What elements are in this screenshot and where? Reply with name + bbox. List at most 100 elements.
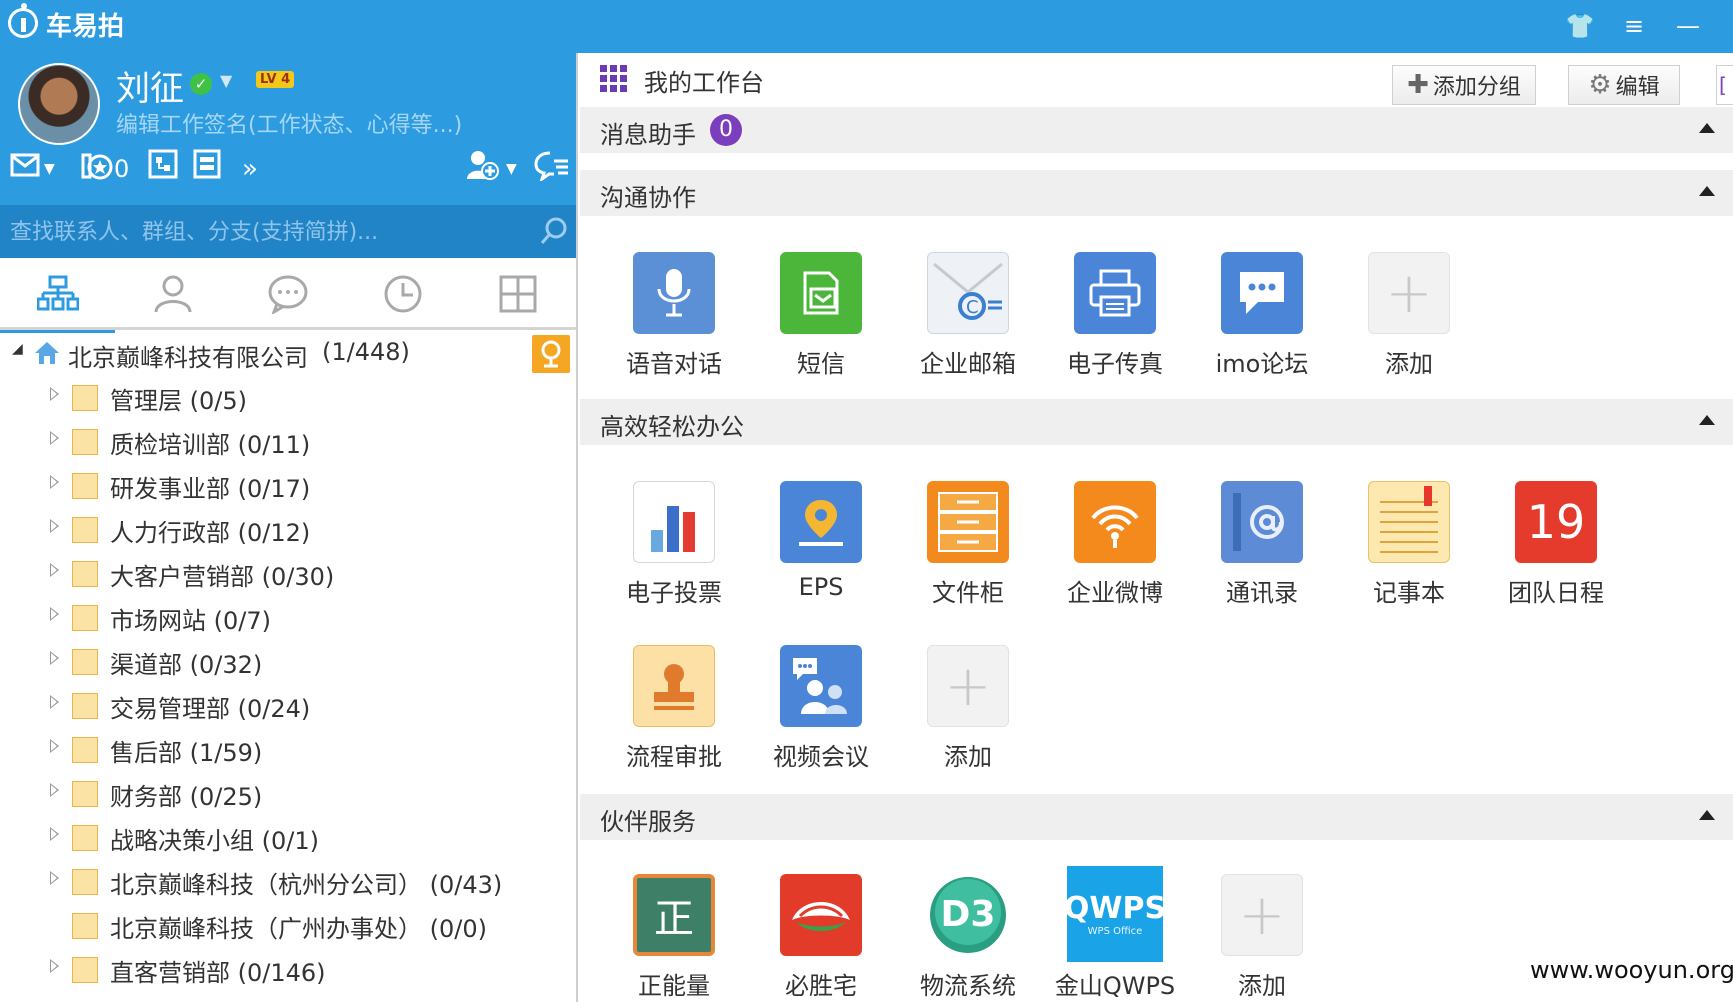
avatar[interactable] [18,63,100,145]
tree-department-row[interactable]: 财务部 (0/25) [0,773,578,813]
add-app-button[interactable]: + 添加 [898,645,1038,785]
tab-organization[interactable] [0,258,115,333]
org-chart-icon[interactable] [148,149,178,189]
app-address-book[interactable]: 通讯录 [1192,481,1332,621]
tab-contacts[interactable] [115,258,230,330]
notes-icon[interactable] [192,149,222,189]
expand-arrow-icon[interactable] [50,783,59,797]
collapse-up-icon[interactable] [1699,186,1715,196]
app-enterprise-mail[interactable]: C 企业邮箱 [898,252,1038,392]
section-partner-services[interactable]: 伙伴服务 [580,794,1733,840]
online-status-icon[interactable]: ✓ [190,73,212,95]
collapse-up-icon[interactable] [1699,415,1715,425]
expand-arrow-icon[interactable] [50,607,59,621]
tree-department-row[interactable]: 直客营销部 (0/146) [0,949,578,989]
tree-department-row[interactable]: 渠道部 (0/32) [0,641,578,681]
expand-arrow-icon[interactable] [50,563,59,577]
expand-arrow-icon[interactable] [50,959,59,973]
tree-department-row[interactable]: 研发事业部 (0/17) [0,465,578,505]
tree-department-row[interactable]: 北京巅峰科技（广州办事处） (0/0) [0,905,578,945]
activity-icon[interactable] [80,149,114,189]
panel-divider[interactable] [576,53,578,1002]
app-notebook[interactable]: 记事本 [1339,481,1479,621]
app-team-calendar[interactable]: 19 团队日程 [1486,481,1626,621]
tree-department-row[interactable]: 售后部 (1/59) [0,729,578,769]
tab-groups[interactable] [230,258,345,330]
tab-recent[interactable] [345,258,460,330]
chat-list-icon[interactable] [534,149,570,189]
tree-department-row[interactable]: 交易管理部 (0/24) [0,685,578,725]
app-voice-chat[interactable]: 语音对话 [604,252,744,392]
person-icon [154,275,191,313]
department-label: 渠道部 (0/32) [110,651,263,679]
expand-arrow-icon[interactable] [50,871,59,885]
app-imo-forum[interactable]: imo论坛 [1192,252,1332,392]
section-communication[interactable]: 沟通协作 [580,170,1733,216]
mail-dropdown-icon[interactable]: ▼ [44,149,55,189]
signature-field[interactable]: 编辑工作签名(工作状态、心得等...) [116,107,462,139]
expand-arrow-icon[interactable] [50,651,59,665]
app-voting[interactable]: 电子投票 [604,481,744,621]
app-file-cabinet[interactable]: 文件柜 [898,481,1038,621]
section-title: 伙伴服务 [600,808,696,836]
expand-arrow-icon[interactable] [50,519,59,533]
search-input[interactable] [10,215,530,249]
app-eps[interactable]: EPS [751,481,891,621]
expand-arrow-icon[interactable] [50,431,59,445]
department-folder-icon [72,561,98,587]
qwps-logo-icon: QWPS WPS Office [1064,866,1166,962]
app-weibo[interactable]: 企业微博 [1045,481,1185,621]
mail-icon[interactable] [10,149,40,189]
tree-department-row[interactable]: 管理层 (0/5) [0,377,578,417]
collapse-up-icon[interactable] [1699,123,1715,133]
edit-label: 编辑 [1615,75,1660,100]
location-pin-icon [541,340,561,368]
section-office[interactable]: 高效轻松办公 [580,399,1733,445]
company-name: 北京巅峰科技有限公司 [68,344,308,372]
app-label: 添加 [1385,350,1433,378]
search-bar [0,205,578,258]
svg-text:C: C [966,297,979,318]
expand-arrow-icon[interactable] [50,387,59,401]
app-pizza-hut[interactable]: 必胜宅 [751,874,891,1002]
expand-arrow-icon[interactable] [50,827,59,841]
status-dropdown-icon[interactable]: ▼ [220,71,232,90]
add-contact-icon[interactable] [466,149,500,189]
expand-arrow-icon[interactable] [50,695,59,709]
tree-department-row[interactable]: 北京巅峰科技（杭州分公司） (0/43) [0,861,578,901]
tree-department-row[interactable]: 大客户营销部 (0/30) [0,553,578,593]
section-messages[interactable]: 消息助手 0 [580,107,1733,153]
app-fax[interactable]: 电子传真 [1045,252,1185,392]
more-chevron-icon[interactable]: » [242,149,258,189]
app-video-meeting[interactable]: 视频会议 [751,645,891,785]
main-menu-icon[interactable]: ≡ [1614,8,1654,44]
add-app-button[interactable]: + 添加 [1192,874,1332,1002]
tab-apps[interactable] [460,258,575,330]
collapse-up-icon[interactable] [1699,810,1715,820]
tree-department-row[interactable]: 市场网站 (0/7) [0,597,578,637]
add-contact-dropdown-icon[interactable]: ▼ [506,149,517,189]
app-label: 流程审批 [626,743,722,771]
expand-arrow-icon[interactable] [50,475,59,489]
app-workflow-approval[interactable]: 流程审批 [604,645,744,785]
tree-department-row[interactable]: 战略决策小组 (0/1) [0,817,578,857]
tree-department-row[interactable]: 人力行政部 (0/12) [0,509,578,549]
search-icon[interactable] [540,217,568,245]
skin-icon[interactable]: 👕 [1560,8,1600,44]
app-logistics[interactable]: D3 物流系统 [898,874,1038,1002]
app-kingsoft-qwps[interactable]: QWPS WPS Office 金山QWPS [1045,866,1185,1002]
department-folder-icon [72,781,98,807]
collapse-arrow-icon[interactable]: ◢ [12,341,23,357]
app-sms[interactable]: 短信 [751,252,891,392]
add-group-button[interactable]: ✚ 添加分组 [1392,65,1536,105]
minimize-button[interactable]: — [1668,8,1708,44]
tree-root-company[interactable]: ◢ 北京巅峰科技有限公司 (1/448) [0,333,578,373]
app-zheng-nengliang[interactable]: 正 正能量 [604,874,744,1002]
tree-department-row[interactable]: 质检培训部 (0/11) [0,421,578,461]
locate-self-button[interactable] [532,335,570,373]
edit-button[interactable]: ⚙ 编辑 [1568,65,1680,105]
collapse-panel-icon[interactable]: [ [1716,65,1733,105]
expand-arrow-icon[interactable] [50,739,59,753]
department-folder-icon [72,429,98,455]
add-app-button[interactable]: + 添加 [1339,252,1479,392]
